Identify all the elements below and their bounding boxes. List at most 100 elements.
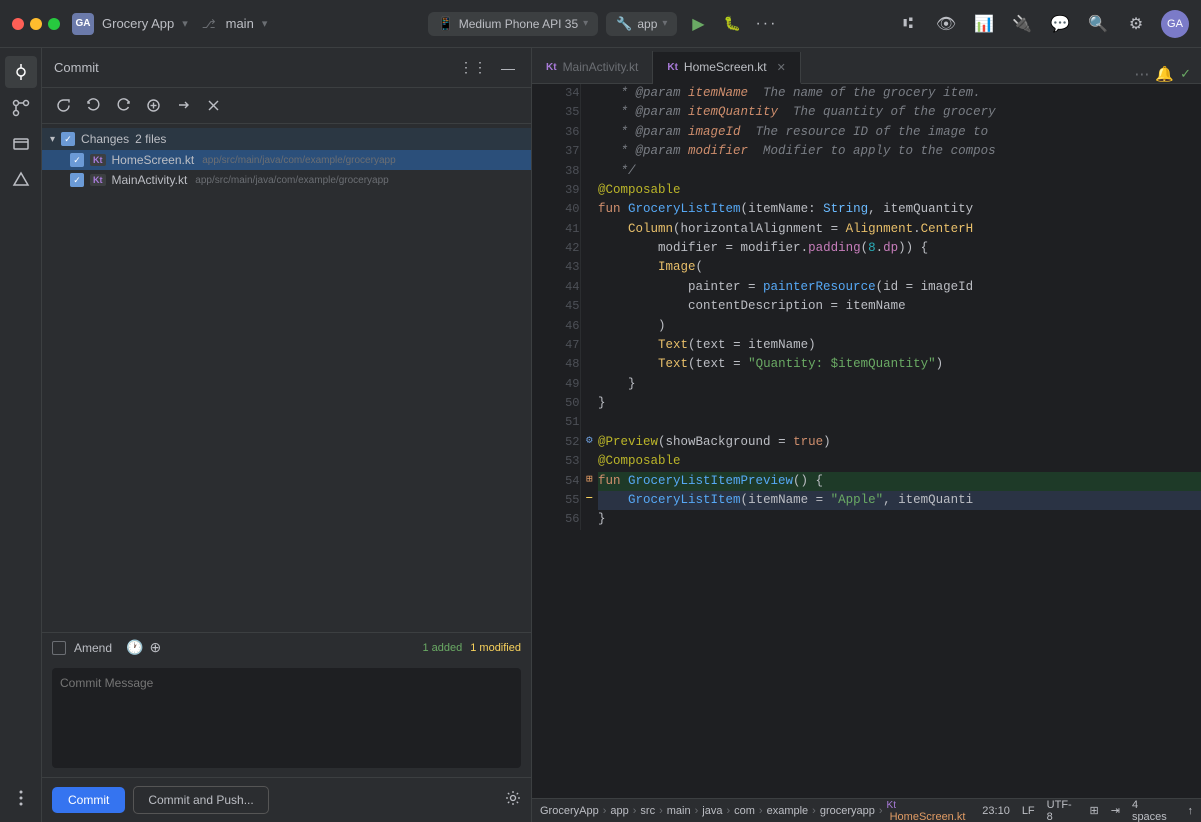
settings-button[interactable]: ⚙: [1123, 11, 1149, 37]
file-item-homescreen[interactable]: ✓ Kt HomeScreen.kt app/src/main/java/com…: [42, 150, 531, 170]
homescreen-checkbox[interactable]: ✓: [70, 153, 84, 167]
breadcrumb-file-icon: Kt: [887, 800, 896, 811]
cursor-position[interactable]: 23:10: [982, 805, 1010, 817]
code-cell: ): [598, 317, 1201, 336]
line-number: 37: [532, 142, 580, 161]
breadcrumb-main[interactable]: main: [667, 805, 691, 817]
breadcrumb-java[interactable]: java: [702, 805, 722, 817]
column-selector[interactable]: ⊞: [1090, 804, 1099, 817]
commit-buttons-row: Commit Commit and Push...: [42, 777, 531, 822]
app-name-chevron: ▾: [182, 17, 188, 30]
close-toolbar-button[interactable]: [200, 93, 226, 119]
stat-added: 1 added: [422, 642, 462, 654]
line-gutter: [580, 336, 598, 355]
line-number: 41: [532, 220, 580, 239]
line-number: 47: [532, 336, 580, 355]
line-gutter: [580, 220, 598, 239]
notifications-button[interactable]: 🔔: [1155, 65, 1174, 83]
show-diff-button[interactable]: [140, 93, 166, 119]
sep2: ›: [633, 805, 637, 817]
breadcrumb-groceryapp2[interactable]: groceryapp: [820, 805, 875, 817]
avatar[interactable]: GA: [1161, 10, 1189, 38]
homescreen-file-path: app/src/main/java/com/example/groceryapp: [202, 155, 395, 166]
commit-panel: Commit ⋮⋮ —: [42, 48, 532, 822]
table-row: 50 }: [532, 394, 1201, 413]
minimize-window-button[interactable]: [30, 18, 42, 30]
amend-add-button[interactable]: ⊕: [149, 639, 161, 656]
breadcrumb-file[interactable]: Kt HomeScreen.kt: [887, 799, 977, 822]
line-ending[interactable]: LF: [1022, 805, 1035, 817]
indent-selector[interactable]: ⇥: [1111, 804, 1120, 817]
undo-button[interactable]: [80, 93, 106, 119]
encoding[interactable]: UTF-8: [1047, 799, 1078, 822]
assistant-button[interactable]: 💬: [1047, 11, 1073, 37]
vcs-button[interactable]: ⑆: [895, 11, 921, 37]
sidebar-icon-vcs[interactable]: [5, 56, 37, 88]
commit-and-push-button[interactable]: Commit and Push...: [133, 786, 268, 814]
editor-tabs: Kt MainActivity.kt Kt HomeScreen.kt ✕ ⋯ …: [532, 48, 1201, 84]
sidebar-icon-more[interactable]: [5, 782, 37, 814]
code-cell: Text(text = itemName): [598, 336, 1201, 355]
kt-badge-main: Kt: [93, 175, 103, 185]
line-gutter: [580, 84, 598, 103]
sidebar-icon-project[interactable]: [5, 128, 37, 160]
table-row: 53 @Composable: [532, 452, 1201, 471]
breadcrumb-app[interactable]: app: [610, 805, 628, 817]
search-button[interactable]: 🔍: [1085, 11, 1111, 37]
line-number: 39: [532, 181, 580, 200]
breadcrumb-com[interactable]: com: [734, 805, 755, 817]
line-number: 34: [532, 84, 580, 103]
vcs-icon: ⑆: [903, 15, 913, 33]
file-item-mainactivity[interactable]: ✓ Kt MainActivity.kt app/src/main/java/c…: [42, 170, 531, 190]
amend-label: Amend: [74, 641, 112, 655]
changes-group-header[interactable]: ▾ ✓ Changes 2 files: [42, 128, 531, 150]
group-checkbox[interactable]: ✓: [61, 132, 75, 146]
expand-button[interactable]: [170, 93, 196, 119]
breadcrumb-example[interactable]: example: [767, 805, 809, 817]
indentation[interactable]: 4 spaces: [1132, 799, 1176, 822]
options-button[interactable]: ⋮⋮: [455, 57, 491, 78]
mainactivity-checkbox[interactable]: ✓: [70, 173, 84, 187]
refresh-button[interactable]: [50, 93, 76, 119]
title-bar-center: 📱 Medium Phone API 35 ▾ 🔧 app ▾ ▶ 🐛 ···: [312, 11, 895, 37]
sep7: ›: [812, 805, 816, 817]
line-gutter: [580, 510, 598, 529]
device-selector[interactable]: 📱 Medium Phone API 35 ▾: [428, 12, 599, 36]
profiler-button[interactable]: 👁: [933, 11, 959, 37]
amend-checkbox[interactable]: [52, 641, 66, 655]
debug-button[interactable]: 🐛: [719, 11, 745, 37]
close-window-button[interactable]: [12, 18, 24, 30]
panel-actions: ⋮⋮ —: [455, 57, 519, 78]
app-selector-chevron: ▾: [662, 18, 667, 29]
tab-homescreen-close[interactable]: ✕: [777, 61, 786, 74]
more-run-options[interactable]: ···: [753, 11, 779, 37]
maximize-window-button[interactable]: [48, 18, 60, 30]
breadcrumb-src[interactable]: src: [640, 805, 655, 817]
device-manager-button[interactable]: 📊: [971, 11, 997, 37]
table-row: 54 ⊞ fun GroceryListItemPreview() {: [532, 472, 1201, 491]
git-status-icon[interactable]: ↑: [1188, 805, 1194, 817]
tab-homescreen[interactable]: Kt HomeScreen.kt ✕: [653, 52, 800, 84]
amend-history-button[interactable]: 🕐: [126, 639, 143, 656]
tab-mainactivity[interactable]: Kt MainActivity.kt: [532, 51, 653, 83]
plugins-button[interactable]: 🔌: [1009, 11, 1035, 37]
device-manager-icon: 📊: [974, 14, 994, 34]
traffic-lights: [12, 18, 60, 30]
recent-files-button[interactable]: ⋯: [1134, 65, 1149, 83]
rollback-button[interactable]: [110, 93, 136, 119]
sidebar-icon-build[interactable]: [5, 164, 37, 196]
run-button[interactable]: ▶: [685, 11, 711, 37]
minimize-panel-button[interactable]: —: [497, 58, 519, 78]
code-content[interactable]: 34 * @param itemName The name of the gro…: [532, 84, 1201, 798]
sidebar-icon-git[interactable]: [5, 92, 37, 124]
commit-message-input[interactable]: [52, 668, 521, 768]
sep1: ›: [603, 805, 607, 817]
commit-button[interactable]: Commit: [52, 787, 125, 813]
branch-name[interactable]: main: [226, 16, 254, 31]
line-number: 50: [532, 394, 580, 413]
commit-settings-button[interactable]: [505, 790, 521, 811]
group-chevron-icon: ▾: [50, 134, 55, 145]
breadcrumb-groceryapp[interactable]: GroceryApp: [540, 805, 599, 817]
app-selector[interactable]: 🔧 app ▾: [606, 12, 677, 36]
table-row: 44 painter = painterResource(id = imageI…: [532, 278, 1201, 297]
